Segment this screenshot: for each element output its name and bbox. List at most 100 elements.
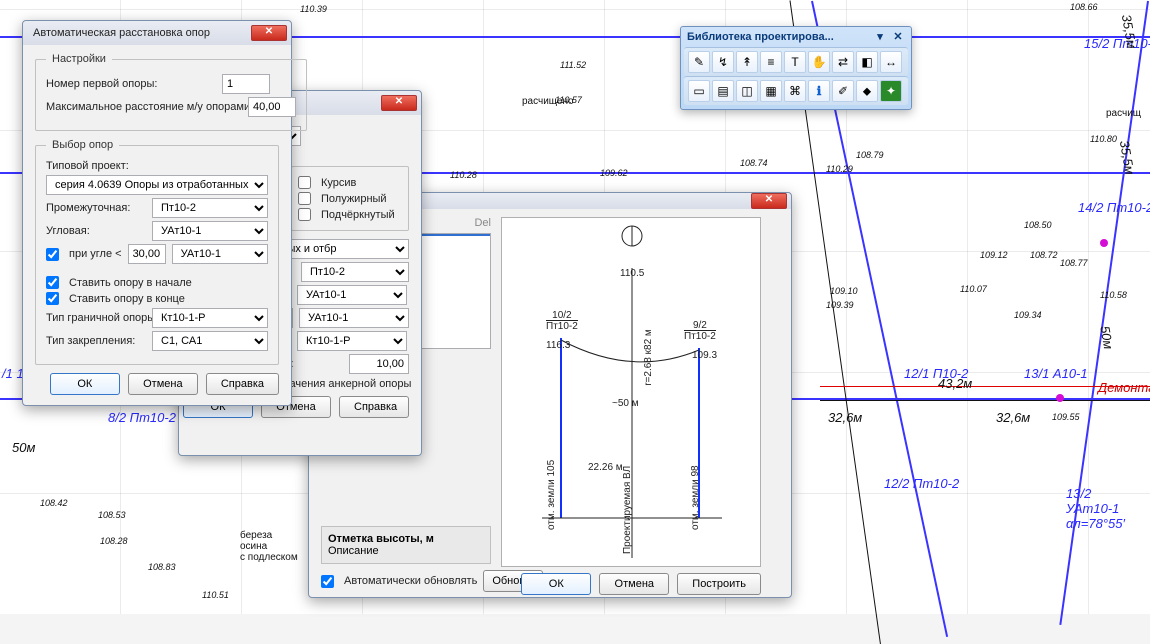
intermediate-select[interactable]: Пт10-2 (152, 198, 268, 218)
cad-elev: 110.07 (960, 284, 987, 294)
tool-icon[interactable]: ▤ (712, 80, 734, 102)
cad-dim: 32,6м (996, 410, 1030, 425)
settings-legend: Настройки (46, 53, 112, 65)
cad-elev: 108.50 (1024, 220, 1052, 230)
angle-input[interactable] (128, 244, 166, 264)
cad-elev: 108.66 (1070, 2, 1098, 12)
put-start-checkbox[interactable] (46, 276, 59, 289)
max-dist-input[interactable] (248, 97, 296, 117)
cad-line (820, 386, 1150, 387)
ok-button[interactable]: ОК (521, 573, 591, 595)
cad-elev: 109.39 (826, 300, 854, 310)
cad-label: 12/2 Пт10-2 (884, 476, 959, 491)
auto-placement-dialog[interactable]: Автоматическая расстановка опор ✕ Настро… (22, 20, 292, 406)
auto-update-checkbox[interactable] (321, 575, 334, 588)
tool-icon[interactable]: ↟ (736, 51, 758, 73)
toolbar-row-1: ✎ ↯ ↟ ≡ T ✋ ⇄ ◧ ↔ (684, 47, 908, 76)
italic-label: Курсив (321, 177, 356, 189)
help-button[interactable]: Справка (339, 396, 409, 418)
cad-label: 13/1 А10-1 (1024, 366, 1088, 381)
bold-checkbox[interactable] (298, 192, 311, 205)
end-pole-select[interactable]: Кт10-1-Р (297, 331, 407, 351)
tool-icon[interactable]: T (784, 51, 806, 73)
cad-dim: 43,2м (938, 376, 972, 391)
italic-checkbox[interactable] (298, 176, 311, 189)
tool-icon[interactable]: ℹ (808, 80, 830, 102)
angular-select[interactable]: УАт10-1 (297, 285, 407, 305)
underline-label: Подчёркнутый (321, 209, 395, 221)
build-button[interactable]: Построить (677, 573, 761, 595)
cad-node (1056, 394, 1064, 402)
tool-icon[interactable]: ⌘ (784, 80, 806, 102)
bold-label: Полужирный (321, 193, 387, 205)
tool-icon[interactable]: ✦ (880, 80, 902, 102)
intermediate-select[interactable]: Пт10-2 (301, 262, 409, 282)
cad-label: Демонтаж (1098, 380, 1150, 395)
tool-icon[interactable]: ◫ (736, 80, 758, 102)
cad-elev: 110.39 (300, 4, 327, 14)
help-button[interactable]: Справка (206, 373, 279, 395)
choose-legend: Выбор опор (46, 139, 119, 151)
cad-elev: 110.57 (555, 95, 582, 105)
design-library-toolbar[interactable]: Библиотека проектирова... ▾ ✕ ✎ ↯ ↟ ≡ T … (680, 26, 912, 110)
ok-button[interactable]: ОК (50, 373, 120, 395)
cancel-button[interactable]: Отмена (599, 573, 669, 595)
cad-text: береза осина с подлеском (240, 530, 298, 563)
close-button[interactable]: ✕ (751, 193, 787, 209)
cad-elev: 111.52 (560, 60, 586, 70)
preview-left-land: отм. земли 105 (546, 460, 557, 530)
tool-icon[interactable]: ◧ (856, 51, 878, 73)
first-pole-label: Номер первой опоры: (46, 78, 216, 90)
close-button[interactable]: ✕ (251, 25, 287, 41)
cad-elev: 110.80 (1090, 134, 1117, 144)
description-panel: Отметка высоты, м Описание (321, 526, 491, 564)
angle-checkbox[interactable] (46, 248, 59, 261)
cad-elev: 108.79 (856, 150, 884, 160)
cad-line (820, 400, 1150, 401)
toolbar-close-icon[interactable]: ✕ (891, 30, 905, 44)
preview-r: r=2.68 к82 м (643, 329, 654, 386)
underline-checkbox[interactable] (298, 208, 311, 221)
tool-icon[interactable]: ⇄ (832, 51, 854, 73)
boundary-type-select[interactable]: Кт10-1-Р (152, 308, 268, 328)
close-button[interactable]: ✕ (381, 95, 417, 111)
tolerance-input[interactable] (349, 354, 409, 374)
dialog-title: Автоматическая расстановка опор (33, 27, 210, 39)
cad-elev: 109.12 (980, 250, 1008, 260)
tool-icon[interactable]: ▦ (760, 80, 782, 102)
typical-project-select[interactable]: серия 4.0639 Опоры из отработанных бурил… (46, 175, 268, 195)
put-start-label: Ставить опору в начале (69, 277, 192, 289)
first-pole-input[interactable] (222, 74, 270, 94)
height-mark-label: Отметка высоты, м (328, 533, 434, 545)
angle-label: при угле < (69, 248, 122, 260)
cad-label: 8/2 Пт10-2 (108, 410, 176, 425)
cancel-button[interactable]: Отмена (128, 373, 198, 395)
cad-dim: 50м (12, 440, 35, 455)
tool-icon[interactable]: ▭ (688, 80, 710, 102)
cad-text: расчищ (1106, 108, 1141, 119)
settings-group: Настройки Номер первой опоры: Максимальн… (35, 53, 307, 131)
cad-elev: 108.42 (40, 498, 68, 508)
tool-icon[interactable]: ≡ (760, 51, 782, 73)
preview-span: ~50 м (612, 398, 639, 409)
angle-type-select[interactable]: УАт10-1 (299, 308, 409, 328)
cad-node (1100, 239, 1108, 247)
put-end-checkbox[interactable] (46, 292, 59, 305)
toolbar-menu-icon[interactable]: ▾ (873, 30, 887, 44)
tool-icon[interactable]: ↯ (712, 51, 734, 73)
tool-icon[interactable]: ⬥ (856, 80, 878, 102)
angular-select[interactable]: УАт10-1 (152, 221, 268, 241)
tool-icon[interactable]: ✐ (832, 80, 854, 102)
cad-elev: 108.74 (740, 158, 768, 168)
angle-type-select[interactable]: УАт10-1 (172, 244, 268, 264)
tool-icon[interactable]: ↔ (880, 51, 902, 73)
cad-elev: 109.34 (1014, 310, 1042, 320)
delete-label[interactable]: Del (474, 217, 491, 229)
boundary-type-label: Тип граничной опоры: (46, 312, 146, 324)
anchor-type-select[interactable]: С1, СА1 (152, 331, 268, 351)
tool-icon[interactable]: ✎ (688, 51, 710, 73)
tool-icon[interactable]: ✋ (808, 51, 830, 73)
cad-dim: 32,6м (828, 410, 862, 425)
dialog-titlebar[interactable]: Автоматическая расстановка опор ✕ (23, 21, 291, 45)
preview-mid-land: Проектируемая ВЛ (622, 466, 633, 554)
